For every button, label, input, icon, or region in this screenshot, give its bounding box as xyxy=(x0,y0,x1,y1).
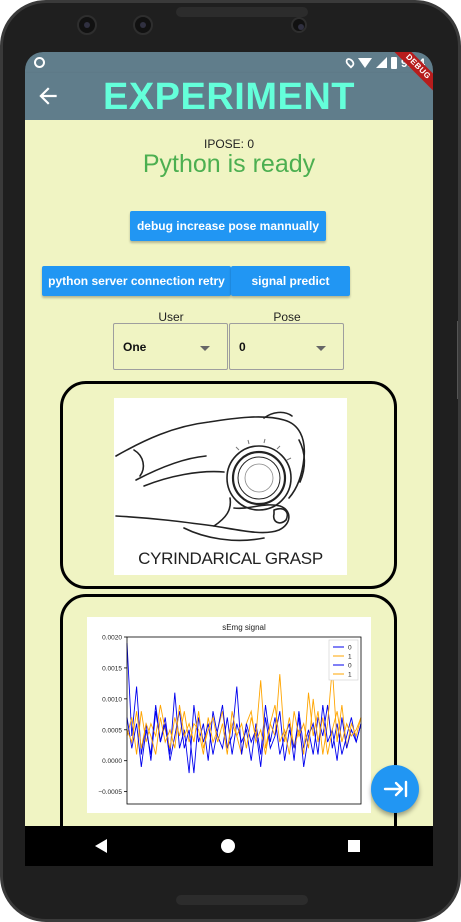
next-fab-button[interactable] xyxy=(371,765,419,813)
phone-frame: 9:34 EXPERIMENT DEBUG IPOSE: 0 Python is… xyxy=(0,0,461,922)
legend-label: 0 xyxy=(348,663,352,670)
y-tick-label: 0.0000 xyxy=(102,758,122,765)
wifi-icon xyxy=(357,57,372,68)
dropdown-arrow-icon xyxy=(316,346,326,351)
grasp-caption: CYRINDARICAL GRASP xyxy=(138,549,323,568)
camera-icon xyxy=(133,15,153,35)
location-icon xyxy=(343,56,357,69)
y-tick-label: 0.0020 xyxy=(102,635,122,642)
speaker-slot-bottom xyxy=(176,895,308,905)
debug-increase-pose-button[interactable]: debug increase pose mannually xyxy=(130,211,326,241)
dropdown-arrow-icon xyxy=(200,346,210,351)
pose-select-label: Pose xyxy=(273,310,301,324)
hand-grasp-icon xyxy=(115,411,306,542)
grasp-card: CYRINDARICAL GRASP xyxy=(60,381,397,589)
y-tick-label: 0.0010 xyxy=(102,696,122,703)
emg-chart: sEmg signal 0.0020 0.0015 0.0010 0.0005 0.000… xyxy=(87,617,371,813)
nav-recent-apps-icon[interactable] xyxy=(348,840,360,852)
ipose-label: IPOSE: 0 xyxy=(203,137,255,151)
user-select-label: User xyxy=(158,310,184,324)
speaker-slot xyxy=(176,7,308,17)
main-content: IPOSE: 0 Python is ready debug increase … xyxy=(25,120,433,826)
app-bar: EXPERIMENT xyxy=(25,73,433,120)
user-dropdown[interactable]: One xyxy=(113,323,228,370)
signal-predict-button[interactable]: signal predict xyxy=(231,266,350,296)
series-line-0 xyxy=(126,643,362,774)
power-button[interactable] xyxy=(457,321,458,399)
python-status-text: Python is ready xyxy=(142,150,316,178)
battery-icon xyxy=(390,56,397,69)
signal-icon xyxy=(375,57,387,68)
status-bar: 9:34 xyxy=(25,52,433,73)
arrow-right-to-line-icon xyxy=(383,780,408,798)
series-line-2 xyxy=(126,686,362,774)
plot-frame xyxy=(126,636,362,805)
grasp-illustration: CYRINDARICAL GRASP xyxy=(114,398,347,575)
nav-home-icon[interactable] xyxy=(221,839,235,853)
chart-title: sEmg signal xyxy=(222,623,266,632)
emg-chart-svg: sEmg signal 0.0020 0.0015 0.0010 0.0005 0.000… xyxy=(98,623,362,805)
sensor-icon xyxy=(291,17,307,33)
screen: 9:34 EXPERIMENT DEBUG IPOSE: 0 Python is… xyxy=(25,52,433,866)
pose-dropdown[interactable]: 0 xyxy=(229,323,344,370)
y-tick-label: −0.0005 xyxy=(98,789,122,796)
page-title: EXPERIMENT xyxy=(102,76,356,118)
y-tick-label: 0.0005 xyxy=(102,727,122,734)
y-tick-label: 0.0015 xyxy=(102,665,122,672)
server-retry-button[interactable]: python server connection retry xyxy=(42,266,231,296)
pose-dropdown-value: 0 xyxy=(239,340,246,354)
nav-back-icon[interactable] xyxy=(95,839,107,853)
legend-label: 0 xyxy=(348,645,352,652)
legend-label: 1 xyxy=(348,654,352,661)
user-dropdown-value: One xyxy=(123,340,147,354)
notification-circle-icon xyxy=(34,57,45,68)
camera-icon xyxy=(77,15,97,35)
emg-chart-card: sEmg signal 0.0020 0.0015 0.0010 0.0005 0.000… xyxy=(60,594,397,826)
system-nav-bar xyxy=(25,826,433,866)
legend-label: 1 xyxy=(348,672,352,679)
